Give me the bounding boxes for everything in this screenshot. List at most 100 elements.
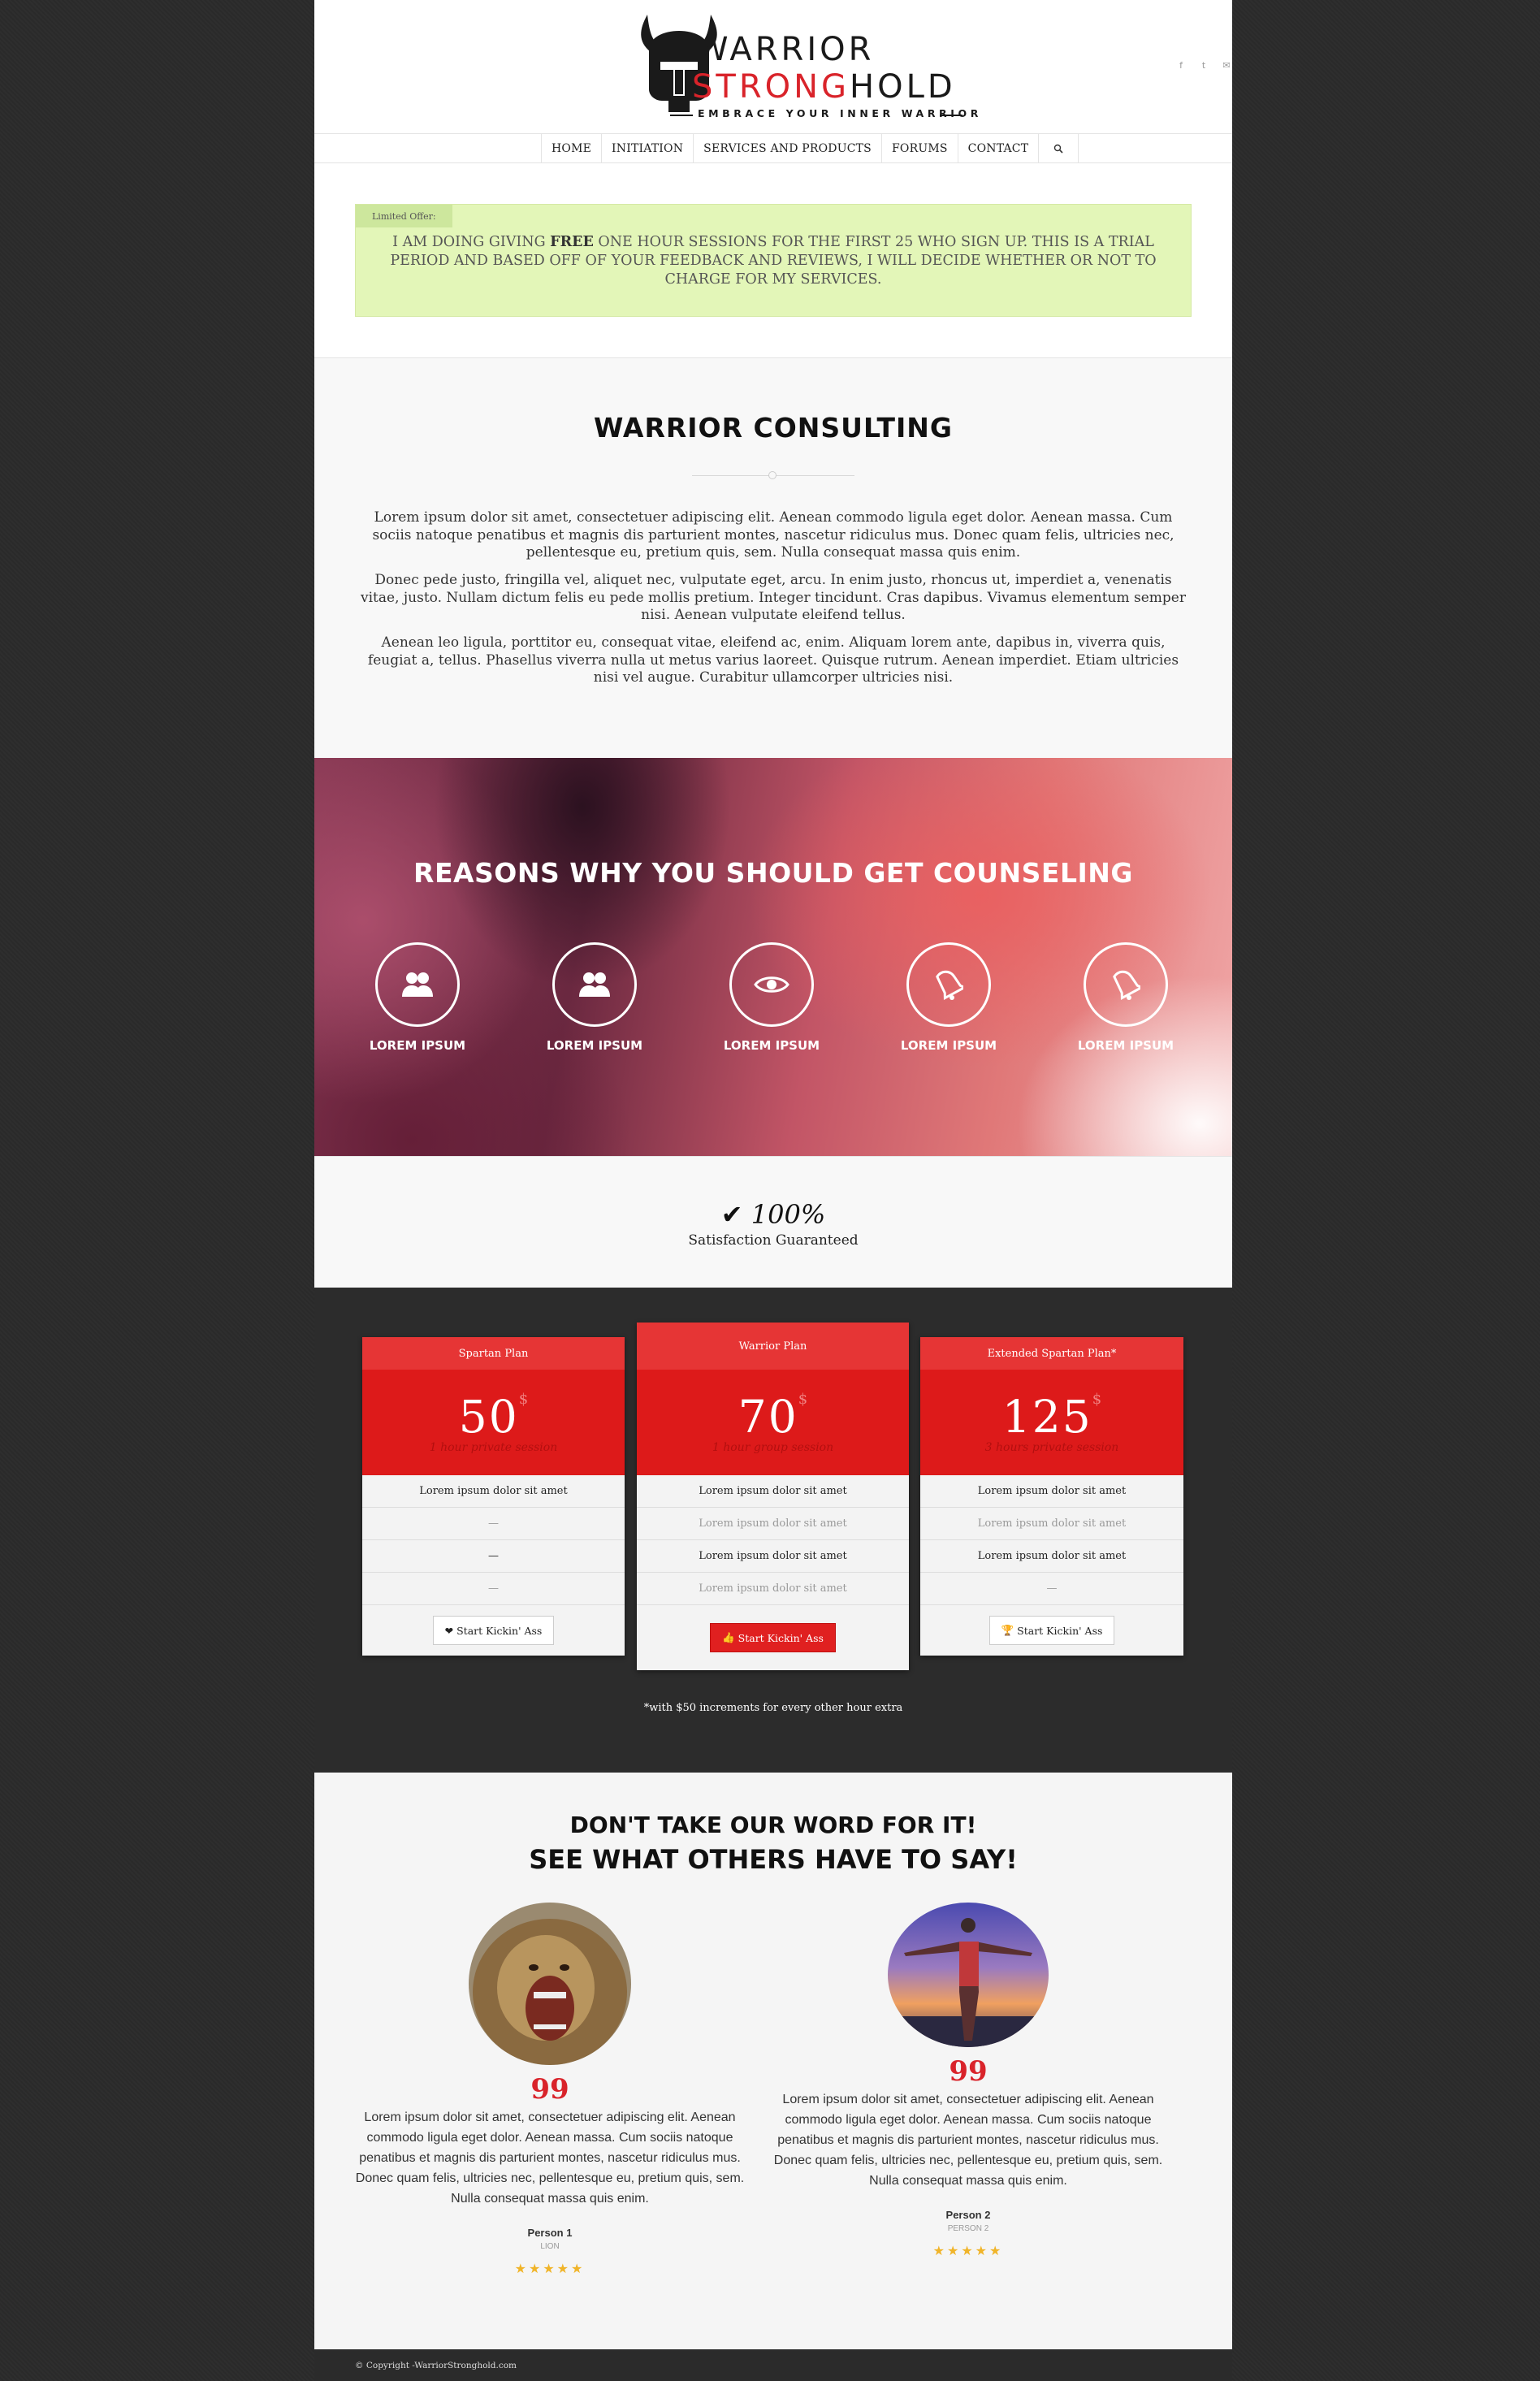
- plan-price-value: 50: [458, 1391, 519, 1443]
- reason-circle[interactable]: [1084, 942, 1168, 1027]
- testimonials-section: DON'T TAKE OUR WORD FOR IT! SEE WHAT OTH…: [314, 1773, 1232, 2349]
- plan-price-block: 50$ 1 hour private session: [362, 1370, 625, 1475]
- reason-label: LOREM IPSUM: [1077, 1038, 1174, 1053]
- quote-icon: 99: [530, 2073, 569, 2106]
- plan-currency: $: [1092, 1391, 1102, 1408]
- reasons-title: REASONS WHY YOU SHOULD GET COUNSELING: [413, 857, 1133, 889]
- start-button-label: Start Kickin' Ass: [738, 1631, 824, 1644]
- plan-footer: 🏆 Start Kickin' Ass: [920, 1605, 1183, 1656]
- plan-currency: $: [518, 1391, 529, 1408]
- plan-price: 125$: [920, 1370, 1183, 1443]
- pricing-plan-warrior: Warrior Plan 70$ 1 hour group session Lo…: [637, 1323, 909, 1670]
- facebook-icon[interactable]: f: [1175, 60, 1187, 71]
- thumbs-up-icon: 👍: [722, 1631, 735, 1643]
- nav-item-home[interactable]: HOME: [541, 134, 601, 163]
- users-icon: [579, 972, 610, 997]
- testimonial-role: PERSON 2: [947, 2224, 989, 2233]
- plan-price-value: 125: [1001, 1391, 1092, 1443]
- nav-search-button[interactable]: [1038, 134, 1079, 163]
- nav-item-forums[interactable]: FORUMS: [880, 134, 958, 163]
- logo-text-hold: HOLD: [850, 68, 956, 106]
- testimonial-card: 99 Lorem ipsum dolor sit amet, consectet…: [765, 1903, 1171, 2258]
- reason-item: LOREM IPSUM: [884, 942, 1014, 1053]
- plan-name: Warrior Plan: [637, 1323, 909, 1370]
- testimonial-text: Lorem ipsum dolor sit amet, consectetuer…: [773, 2093, 1163, 2188]
- reason-circle[interactable]: [375, 942, 460, 1027]
- plan-feature-row: Lorem ipsum dolor sit amet: [637, 1508, 909, 1540]
- testimonials-title-1: DON'T TAKE OUR WORD FOR IT!: [569, 1812, 977, 1838]
- plan-footer: 👍 Start Kickin' Ass: [637, 1605, 909, 1670]
- plan-feature-row: Lorem ipsum dolor sit amet: [362, 1475, 625, 1508]
- social-links: f t ✉: [1175, 60, 1232, 71]
- users-icon: [402, 972, 433, 997]
- plan-feature-row: —: [362, 1573, 625, 1605]
- testimonials-title-2: SEE WHAT OTHERS HAVE TO SAY!: [529, 1844, 1018, 1875]
- reason-circle[interactable]: [552, 942, 637, 1027]
- reason-circle[interactable]: [729, 942, 814, 1027]
- reason-label: LOREM IPSUM: [369, 1038, 466, 1053]
- start-button-label: Start Kickin' Ass: [1017, 1624, 1103, 1637]
- satisfaction-label: Satisfaction Guaranteed: [688, 1232, 859, 1249]
- consulting-title: WARRIOR CONSULTING: [593, 412, 954, 444]
- pricing-plan-spartan: Spartan Plan 50$ 1 hour private session …: [362, 1337, 625, 1656]
- nav-item-services[interactable]: SERVICES AND PRODUCTS: [693, 134, 881, 163]
- pricing-note: *with $50 increments for every other hou…: [643, 1702, 903, 1714]
- plan-currency: $: [798, 1391, 808, 1408]
- plan-price-block: 125$ 3 hours private session: [920, 1370, 1183, 1475]
- avatar-lion: [469, 1903, 631, 2065]
- main-nav: HOME INITIATION SERVICES AND PRODUCTS FO…: [314, 133, 1232, 163]
- satisfaction-headline: ✔ 100%: [314, 1199, 1232, 1230]
- start-button-label: Start Kickin' Ass: [456, 1624, 543, 1637]
- reason-circle[interactable]: [906, 942, 991, 1027]
- bell-icon: [936, 970, 963, 1001]
- twitter-icon[interactable]: t: [1198, 60, 1209, 71]
- tagline-rule-right: [940, 115, 962, 116]
- consulting-paragraph-1: Lorem ipsum dolor sit amet, consectetuer…: [372, 509, 1174, 561]
- testimonial-name: Person 1: [527, 2227, 573, 2239]
- heart-icon: ❤: [444, 1624, 454, 1637]
- start-button[interactable]: 🏆 Start Kickin' Ass: [988, 1616, 1115, 1645]
- plan-feature-row: Lorem ipsum dolor sit amet: [920, 1475, 1183, 1508]
- rating-stars-icon: ★★★★★: [514, 2261, 586, 2276]
- nav-items: HOME INITIATION SERVICES AND PRODUCTS FO…: [541, 134, 1079, 163]
- quote-icon: 99: [949, 2055, 988, 2088]
- nav-item-initiation[interactable]: INITIATION: [601, 134, 693, 163]
- mail-icon[interactable]: ✉: [1221, 60, 1232, 71]
- logo-tagline: EMBRACE YOUR INNER WARRIOR: [698, 107, 982, 119]
- pricing-plan-extended-spartan: Extended Spartan Plan* 125$ 3 hours priv…: [920, 1337, 1183, 1656]
- plan-subtitle: 1 hour private session: [429, 1441, 558, 1454]
- check-icon: ✔: [720, 1199, 743, 1230]
- satisfaction-percent: 100%: [751, 1199, 826, 1230]
- reasons-section: REASONS WHY YOU SHOULD GET COUNSELING LO…: [314, 758, 1232, 1156]
- reason-item: LOREM IPSUM: [353, 942, 482, 1053]
- start-button[interactable]: 👍 Start Kickin' Ass: [710, 1623, 836, 1652]
- consulting-paragraph-3: Aenean leo ligula, porttitor eu, consequ…: [367, 634, 1179, 686]
- pricing-section: Spartan Plan 50$ 1 hour private session …: [314, 1288, 1232, 1773]
- plan-subtitle: 3 hours private session: [984, 1441, 1119, 1454]
- plan-price-value: 70: [738, 1391, 798, 1443]
- nav-item-contact[interactable]: CONTACT: [957, 134, 1039, 163]
- reason-label: LOREM IPSUM: [900, 1038, 997, 1053]
- satisfaction-section: ✔ 100% Satisfaction Guaranteed: [314, 1156, 1232, 1288]
- reason-item: LOREM IPSUM: [1061, 942, 1191, 1053]
- consulting-section: WARRIOR CONSULTING Lorem ipsum dolor sit…: [314, 358, 1232, 758]
- plan-subtitle: 1 hour group session: [712, 1441, 834, 1454]
- start-button[interactable]: ❤ Start Kickin' Ass: [432, 1616, 555, 1645]
- trophy-icon: 🏆: [1001, 1624, 1014, 1636]
- page: WARRIOR STRONGHOLD EMBRACE YOUR INNER WA…: [314, 0, 1232, 2381]
- offer-text-free: FREE: [550, 234, 594, 250]
- testimonial-card: 99 Lorem ipsum dolor sit amet, consectet…: [347, 1903, 753, 2276]
- lion-image: [469, 1903, 631, 2065]
- plan-price-block: 70$ 1 hour group session: [637, 1370, 909, 1475]
- offer-text: I AM DOING GIVING FREE ONE HOUR SESSIONS…: [372, 233, 1174, 289]
- offer-tag: Limited Offer:: [356, 205, 452, 227]
- logo-text-strong: STRONG: [692, 68, 850, 106]
- header: WARRIOR STRONGHOLD EMBRACE YOUR INNER WA…: [314, 0, 1232, 134]
- plan-name: Spartan Plan: [362, 1337, 625, 1370]
- plan-feature-row: Lorem ipsum dolor sit amet: [920, 1508, 1183, 1540]
- search-icon: [1054, 144, 1063, 154]
- consulting-paragraph-2: Donec pede justo, fringilla vel, aliquet…: [361, 572, 1186, 623]
- plan-feature-row: Lorem ipsum dolor sit amet: [637, 1573, 909, 1605]
- plan-feature-row: Lorem ipsum dolor sit amet: [637, 1475, 909, 1508]
- limited-offer-box: Limited Offer: I AM DOING GIVING FREE ON…: [355, 204, 1192, 317]
